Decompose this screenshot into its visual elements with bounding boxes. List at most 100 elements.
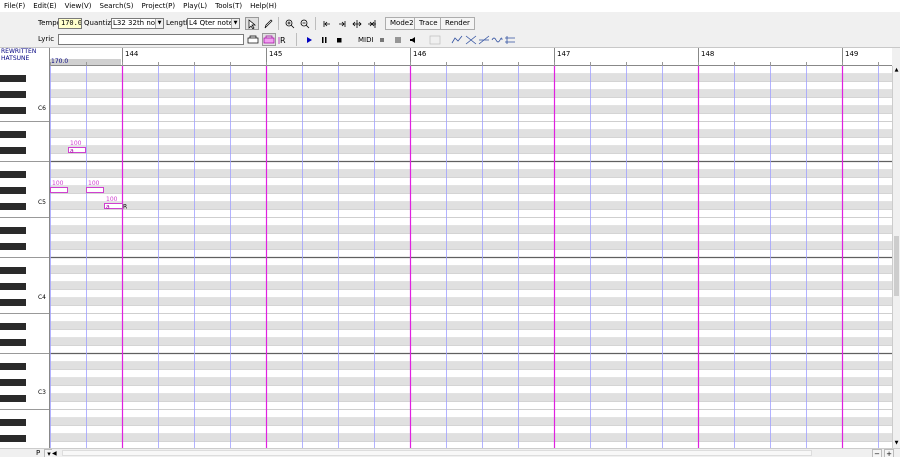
track-header[interactable]: REWRITTEN HATSUNE xyxy=(0,48,50,66)
black-key[interactable] xyxy=(0,435,26,442)
param-wave-icon xyxy=(491,37,503,42)
rest-button[interactable]: R xyxy=(277,33,291,46)
trace-button[interactable]: Trace xyxy=(414,17,443,30)
measure-ruler[interactable]: 170.0 144 145 146 147 148 149 xyxy=(50,48,892,66)
play-icon xyxy=(307,36,312,43)
horizontal-scroll-thumb[interactable] xyxy=(62,450,812,456)
lyric-input[interactable] xyxy=(58,34,244,45)
merge-button[interactable] xyxy=(365,17,379,30)
menu-tools[interactable]: Tools(T) xyxy=(211,0,246,12)
octave-label-c3: C3 xyxy=(37,389,46,396)
note[interactable]: 100a xyxy=(68,140,86,155)
black-key[interactable] xyxy=(0,227,26,234)
zoom-out-h-button[interactable]: − xyxy=(872,449,882,457)
note-view-button[interactable] xyxy=(262,33,276,46)
speaker-button[interactable] xyxy=(406,33,420,46)
black-key[interactable] xyxy=(0,363,26,370)
vertical-scrollbar[interactable]: ▲ ▼ xyxy=(892,66,900,448)
tempo-field[interactable]: 170.0 xyxy=(58,18,82,29)
black-key[interactable] xyxy=(0,147,26,154)
black-key[interactable] xyxy=(0,75,26,82)
menu-view[interactable]: View(V) xyxy=(61,0,96,12)
black-key-row xyxy=(50,298,892,306)
note[interactable]: 100a xyxy=(104,196,123,211)
split-button[interactable] xyxy=(350,17,364,30)
vertical-scroll-thumb[interactable] xyxy=(894,236,899,296)
black-key[interactable] xyxy=(0,203,26,210)
param-tool-5-button[interactable] xyxy=(503,33,517,46)
menu-search[interactable]: Search(S) xyxy=(96,0,138,12)
black-key[interactable] xyxy=(0,107,26,114)
menu-project[interactable]: Project(P) xyxy=(138,0,180,12)
param-tool-3-button[interactable] xyxy=(477,33,491,46)
black-key-row xyxy=(50,322,892,330)
stop-button[interactable] xyxy=(332,33,346,46)
render-button[interactable]: Render xyxy=(440,17,475,30)
black-key[interactable] xyxy=(0,91,26,98)
piano-roll: REWRITTEN HATSUNE 170.0 144 145 146 147 148 1… xyxy=(0,48,900,448)
go-end-button[interactable] xyxy=(335,17,349,30)
black-key[interactable] xyxy=(0,419,26,426)
disabled-tool-button[interactable] xyxy=(428,33,442,46)
black-key-row xyxy=(50,418,892,426)
black-key[interactable] xyxy=(0,339,26,346)
pencil-tool-button[interactable] xyxy=(261,17,275,30)
scroll-left-icon[interactable]: ◀ xyxy=(52,449,57,457)
piano-keyboard[interactable]: C6 C5 C4 C3 xyxy=(0,66,50,448)
go-start-button[interactable] xyxy=(320,17,334,30)
black-key[interactable] xyxy=(0,267,26,274)
black-key[interactable] xyxy=(0,323,26,330)
black-key[interactable] xyxy=(0,283,26,290)
note-grid[interactable]: 100 a 100 100 100 a R xyxy=(50,66,892,448)
pause-button[interactable] xyxy=(317,33,331,46)
black-key-row xyxy=(50,90,892,98)
horizontal-scrollbar[interactable]: ◀ xyxy=(52,449,868,457)
octave-label-c4: C4 xyxy=(37,294,46,301)
tempo-marker-value[interactable]: 170.0 xyxy=(51,58,68,65)
menu-help[interactable]: Help(H) xyxy=(246,0,281,12)
menu-edit[interactable]: Edit(E) xyxy=(29,0,60,12)
lock-track-button[interactable] xyxy=(246,33,260,46)
black-key[interactable] xyxy=(0,171,26,178)
param-tool-1-button[interactable] xyxy=(450,33,464,46)
play-button[interactable] xyxy=(302,33,316,46)
zoom-in-button[interactable] xyxy=(283,17,297,30)
black-key[interactable] xyxy=(0,395,26,402)
record-icon xyxy=(380,37,384,42)
black-key[interactable] xyxy=(0,379,26,386)
param-slope-icon xyxy=(478,35,490,44)
black-key[interactable] xyxy=(0,243,26,250)
octave-label-c5: C5 xyxy=(37,199,46,206)
note-body[interactable] xyxy=(86,187,104,193)
pencil-icon xyxy=(264,19,273,28)
black-key-row xyxy=(50,394,892,402)
black-key-row xyxy=(50,106,892,114)
metronome-button[interactable] xyxy=(391,33,405,46)
measure-number: 146 xyxy=(413,50,427,58)
zoom-out-button[interactable] xyxy=(298,17,312,30)
black-key[interactable] xyxy=(0,187,26,194)
black-key-row xyxy=(50,338,892,346)
black-key-row xyxy=(50,226,892,234)
scroll-up-icon[interactable]: ▲ xyxy=(893,66,900,74)
pause-icon xyxy=(322,36,327,43)
black-key[interactable] xyxy=(0,299,26,306)
grid-canvas[interactable]: 100a100 100100a R xyxy=(50,66,892,448)
menu-file[interactable]: File(F) xyxy=(0,0,29,12)
note-body[interactable] xyxy=(50,187,68,193)
length-select[interactable]: L4 Qter note ▼ xyxy=(187,18,240,29)
quantize-select[interactable]: L32 32th note ▼ xyxy=(111,18,164,29)
note-velocity: 100 xyxy=(70,140,82,147)
menu-play[interactable]: Play(L) xyxy=(179,0,211,12)
black-key[interactable] xyxy=(0,131,26,138)
note-lyric: a xyxy=(106,204,110,211)
scroll-down-icon[interactable]: ▼ xyxy=(893,439,900,447)
param-tool-4-button[interactable] xyxy=(490,33,504,46)
param-flat-icon xyxy=(505,35,515,44)
zoom-in-h-button[interactable]: + xyxy=(884,449,894,457)
black-key-row xyxy=(50,378,892,386)
black-key-row xyxy=(50,266,892,274)
param-tool-2-button[interactable] xyxy=(464,33,478,46)
pointer-tool-button[interactable] xyxy=(245,17,259,30)
midi-record-button[interactable] xyxy=(375,33,389,46)
